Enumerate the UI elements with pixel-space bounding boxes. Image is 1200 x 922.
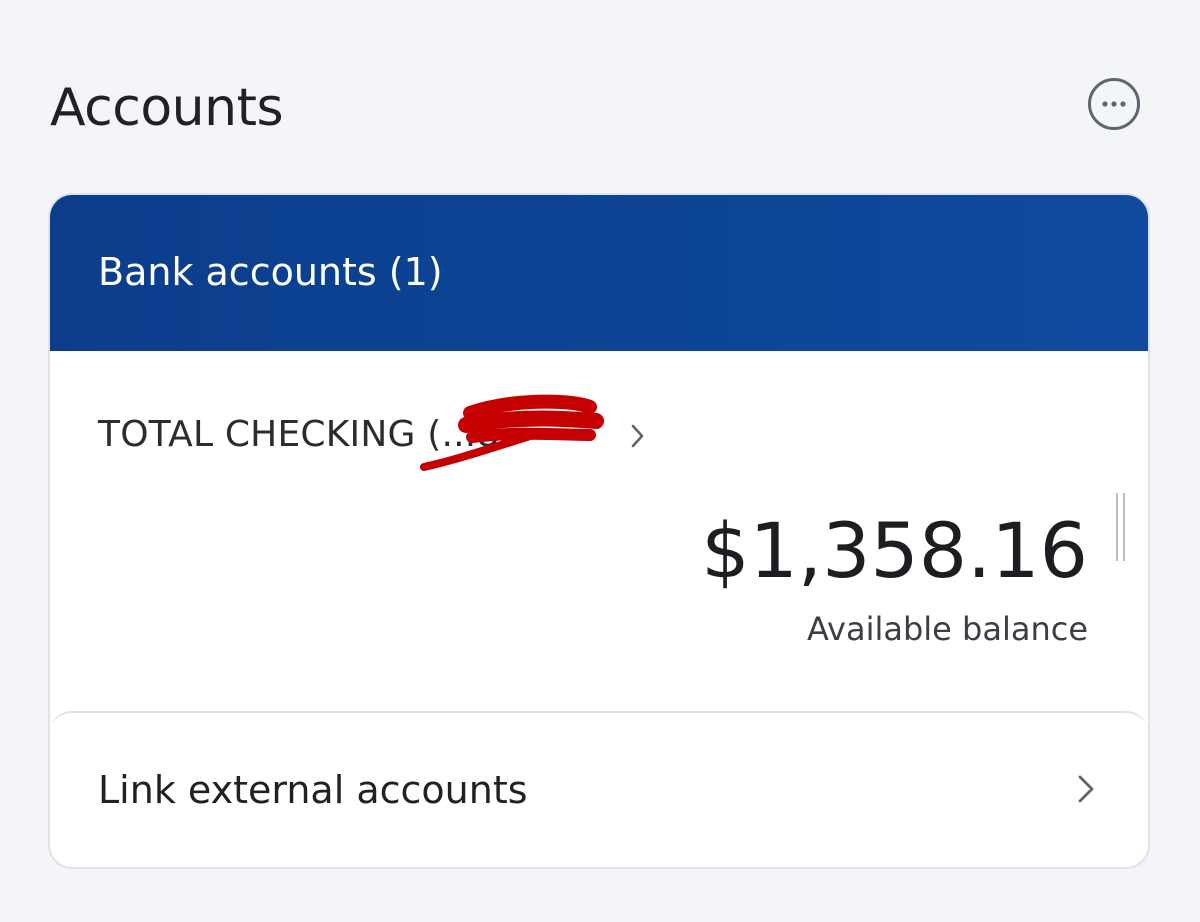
bank-accounts-title: Bank accounts (1) — [98, 250, 443, 294]
account-row-total-checking[interactable]: TOTAL CHECKING (...8 $1,358.16 Available… — [50, 351, 1148, 711]
page-title: Accounts — [50, 78, 284, 138]
chevron-right-icon — [631, 424, 644, 448]
link-external-accounts-row[interactable]: Link external accounts — [50, 711, 1148, 867]
more-options-button[interactable] — [1088, 78, 1140, 130]
bank-accounts-card: Bank accounts (1) TOTAL CHECKING (...8 $… — [50, 195, 1148, 867]
bank-accounts-header[interactable]: Bank accounts (1) — [50, 195, 1148, 351]
chevron-right-icon — [1078, 775, 1094, 803]
link-external-accounts-label: Link external accounts — [98, 768, 528, 812]
more-horizontal-icon — [1102, 101, 1126, 107]
scroll-indicator — [1116, 493, 1125, 561]
available-balance-amount: $1,358.16 — [701, 506, 1088, 595]
accounts-page: Accounts Bank accounts (1) TOTAL CHECKIN… — [0, 0, 1200, 922]
redaction-scribble — [420, 394, 604, 471]
available-balance-label: Available balance — [807, 610, 1088, 648]
